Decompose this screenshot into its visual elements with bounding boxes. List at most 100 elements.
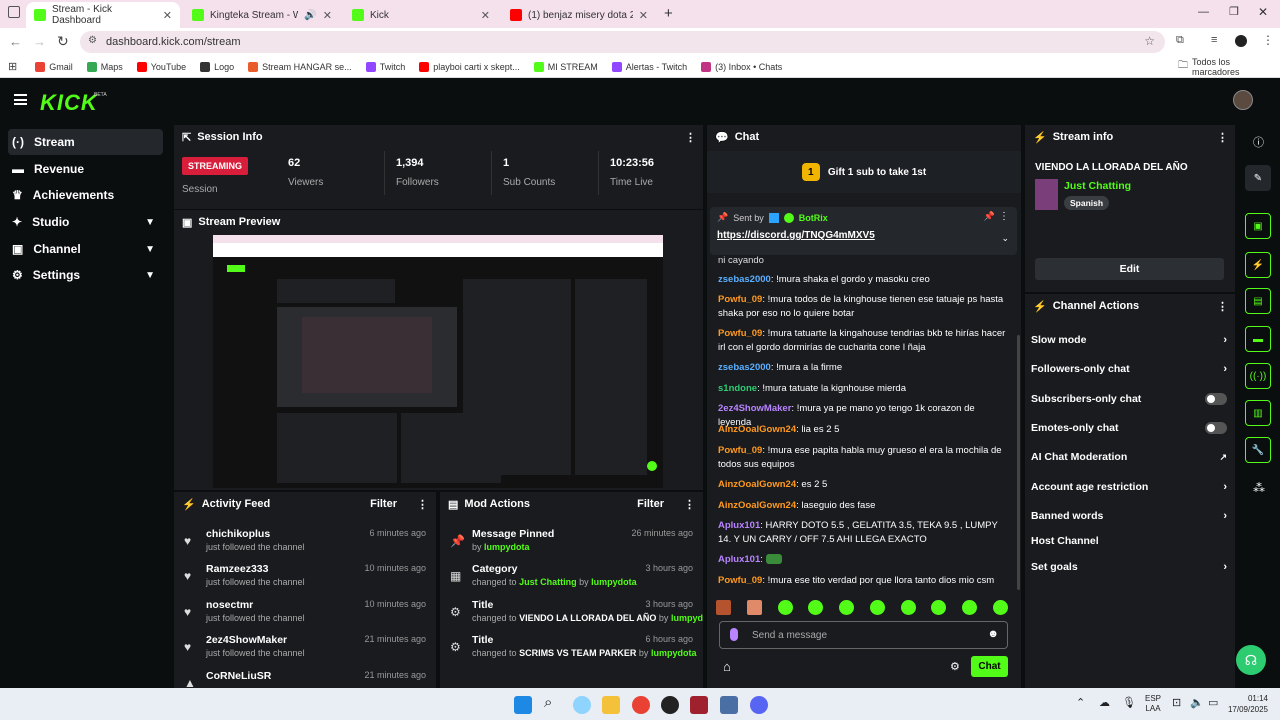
stream-info-menu-icon[interactable]: ⋮ xyxy=(1217,131,1228,144)
set-goals-row[interactable]: Set goals › xyxy=(1031,558,1227,576)
emote-icon[interactable] xyxy=(839,600,855,615)
chat-username[interactable]: AinzOoalGown24 xyxy=(718,424,796,435)
chat-username[interactable]: Aplux101 xyxy=(718,520,760,531)
chat-username[interactable]: Powfu_09 xyxy=(718,575,762,586)
user-avatar[interactable] xyxy=(1233,90,1253,110)
clock[interactable]: 01:14 17/09/2025 xyxy=(1226,693,1268,715)
apps-grid-icon[interactable]: ⊞ xyxy=(8,60,17,73)
filter-button[interactable]: Filter xyxy=(370,498,397,510)
all-bookmarks[interactable]: 🗀 Todos los marcadores xyxy=(1178,57,1266,77)
emote-icon[interactable] xyxy=(808,600,824,615)
chat-scrollbar[interactable] xyxy=(1017,335,1020,590)
bookmark-mi-stream[interactable]: MI STREAM xyxy=(533,61,598,72)
close-tab-icon[interactable]: ✕ xyxy=(323,9,332,22)
pinned-link[interactable]: https://discord.gg/TNQG4mMXV5 xyxy=(717,230,875,241)
activity-user[interactable]: nosectmr xyxy=(206,599,253,611)
mod-user[interactable]: lumpydota xyxy=(651,648,697,658)
battery-icon[interactable]: ▭ xyxy=(1208,696,1218,709)
chat-settings-icon[interactable]: ⚙ xyxy=(950,660,960,673)
sidebar-item-settings[interactable]: ⚙ Settings ▼ xyxy=(8,262,163,288)
gift-sub-banner[interactable]: 1 Gift 1 sub to take 1st xyxy=(707,151,1021,193)
emote-icon[interactable] xyxy=(746,600,762,615)
calculator-icon[interactable] xyxy=(720,696,738,714)
mod-user[interactable]: lumpydota xyxy=(671,613,703,623)
cloud-icon[interactable]: ☁ xyxy=(1099,696,1110,709)
banned-words-row[interactable]: Banned words › xyxy=(1031,507,1227,525)
url-input[interactable]: ⚙ dashboard.kick.com/stream ☆ xyxy=(80,31,1165,53)
wrench-icon[interactable]: 🔧 xyxy=(1245,437,1271,463)
emotes-only-toggle[interactable] xyxy=(1205,422,1227,434)
edit-pencil-icon[interactable]: ✎ xyxy=(1245,165,1271,191)
close-tab-icon[interactable]: ✕ xyxy=(639,9,648,22)
stream-video[interactable] xyxy=(213,235,663,488)
chevron-down-icon[interactable]: ⌄ xyxy=(1001,233,1009,244)
volume-icon[interactable]: 🔈 xyxy=(1190,696,1204,709)
emote-icon[interactable] xyxy=(992,600,1008,615)
chat-username[interactable]: 2ez4ShowMaker xyxy=(718,403,791,414)
widgets-icon[interactable]: ⁂ xyxy=(1253,481,1265,495)
chat-username[interactable]: Aplux101 xyxy=(718,554,760,565)
chat-username[interactable]: Powfu_09 xyxy=(718,294,762,305)
network-icon[interactable]: ⊡ xyxy=(1172,696,1181,709)
chat-username[interactable]: Powfu_09 xyxy=(718,328,762,339)
activity-user[interactable]: chichikoplus xyxy=(206,528,270,540)
close-tab-icon[interactable]: ✕ xyxy=(163,9,172,22)
activity-menu-icon[interactable]: ⋮ xyxy=(417,498,428,511)
pinned-user[interactable]: BotRix xyxy=(799,213,828,223)
bookmark-twitch[interactable]: Twitch xyxy=(365,61,405,72)
pinned-menu-icon[interactable]: ⋮ xyxy=(999,211,1009,222)
close-window-icon[interactable]: ✕ xyxy=(1258,5,1268,19)
bookmark-logo[interactable]: Logo xyxy=(200,61,234,72)
bookmark-youtube[interactable]: YouTube xyxy=(136,61,186,72)
language-indicator[interactable]: ESP LAA xyxy=(1145,694,1161,714)
session-menu-icon[interactable]: ⋮ xyxy=(685,131,696,144)
tab-search-icon[interactable] xyxy=(8,6,20,18)
channel-actions-menu-icon[interactable]: ⋮ xyxy=(1217,300,1228,313)
chat-username[interactable]: Powfu_09 xyxy=(718,445,762,456)
bookmark-gmail[interactable]: Gmail xyxy=(35,61,73,72)
bookmark-star-icon[interactable]: ☆ xyxy=(1144,34,1155,48)
search-icon[interactable]: ⌕ xyxy=(544,694,552,711)
store-icon[interactable]: ⌂ xyxy=(723,659,731,674)
mod-menu-icon[interactable]: ⋮ xyxy=(684,498,695,511)
tab-kingteka[interactable]: Kingteka Stream - Watch Li 🔊 ✕ xyxy=(184,4,340,26)
activity-user[interactable]: 2ez4ShowMaker xyxy=(206,634,287,646)
clip-icon[interactable]: ▣ xyxy=(1245,213,1271,239)
account-age-row[interactable]: Account age restriction › xyxy=(1031,478,1227,496)
emote-icon[interactable] xyxy=(777,600,793,615)
broadcast-icon[interactable]: ((·)) xyxy=(1245,363,1271,389)
info-icon[interactable]: ⓘ xyxy=(1253,134,1264,150)
category-link[interactable]: Just Chatting xyxy=(519,577,577,587)
ai-moderation-row[interactable]: AI Chat Moderation ↗ xyxy=(1031,448,1227,466)
sidebar-item-revenue[interactable]: ▬ Revenue xyxy=(8,156,163,182)
file-explorer-icon[interactable] xyxy=(602,696,620,714)
mod-user[interactable]: lumpydota xyxy=(484,542,530,552)
send-chat-button[interactable]: Chat xyxy=(971,656,1008,677)
forward-icon[interactable]: → xyxy=(33,34,46,49)
new-tab-icon[interactable]: + xyxy=(664,5,673,22)
copilot-icon[interactable] xyxy=(573,696,591,714)
app-icon[interactable] xyxy=(690,696,708,714)
activity-user[interactable]: CoRNeLiuSR xyxy=(206,670,271,682)
profile-avatar[interactable] xyxy=(1235,35,1247,47)
chat-username[interactable]: zsebas2000 xyxy=(718,274,771,285)
layout-icon[interactable]: ▥ xyxy=(1245,400,1271,426)
edit-button[interactable]: Edit xyxy=(1035,258,1224,280)
sidebar-item-achievements[interactable]: ♛ Achievements xyxy=(8,182,163,208)
hamburger-menu-icon[interactable] xyxy=(14,94,27,105)
activity-user[interactable]: Ramzeez333 xyxy=(206,563,268,575)
support-headset-icon[interactable]: ☊ xyxy=(1236,645,1266,675)
slow-mode-row[interactable]: Slow mode › xyxy=(1031,331,1227,349)
microphone-icon[interactable]: 🎙 xyxy=(1122,696,1136,709)
lightning-icon[interactable]: ⚡ xyxy=(1245,252,1271,278)
category-link[interactable]: Just Chatting xyxy=(1064,180,1131,192)
tab-kick[interactable]: Kick ✕ xyxy=(344,4,498,26)
chat-username[interactable]: AinzOoalGown24 xyxy=(718,479,796,490)
chat-bubble-icon[interactable]: ▬ xyxy=(1245,326,1271,352)
minimize-icon[interactable]: — xyxy=(1198,6,1209,18)
sidebar-item-studio[interactable]: ✦ Studio ▼ xyxy=(8,209,163,235)
chat-username[interactable]: zsebas2000 xyxy=(718,362,771,373)
emote-icon[interactable] xyxy=(716,600,731,615)
tab-kick-dashboard[interactable]: Stream - Kick Dashboard ✕ xyxy=(26,2,180,28)
app-icon[interactable] xyxy=(661,696,679,714)
